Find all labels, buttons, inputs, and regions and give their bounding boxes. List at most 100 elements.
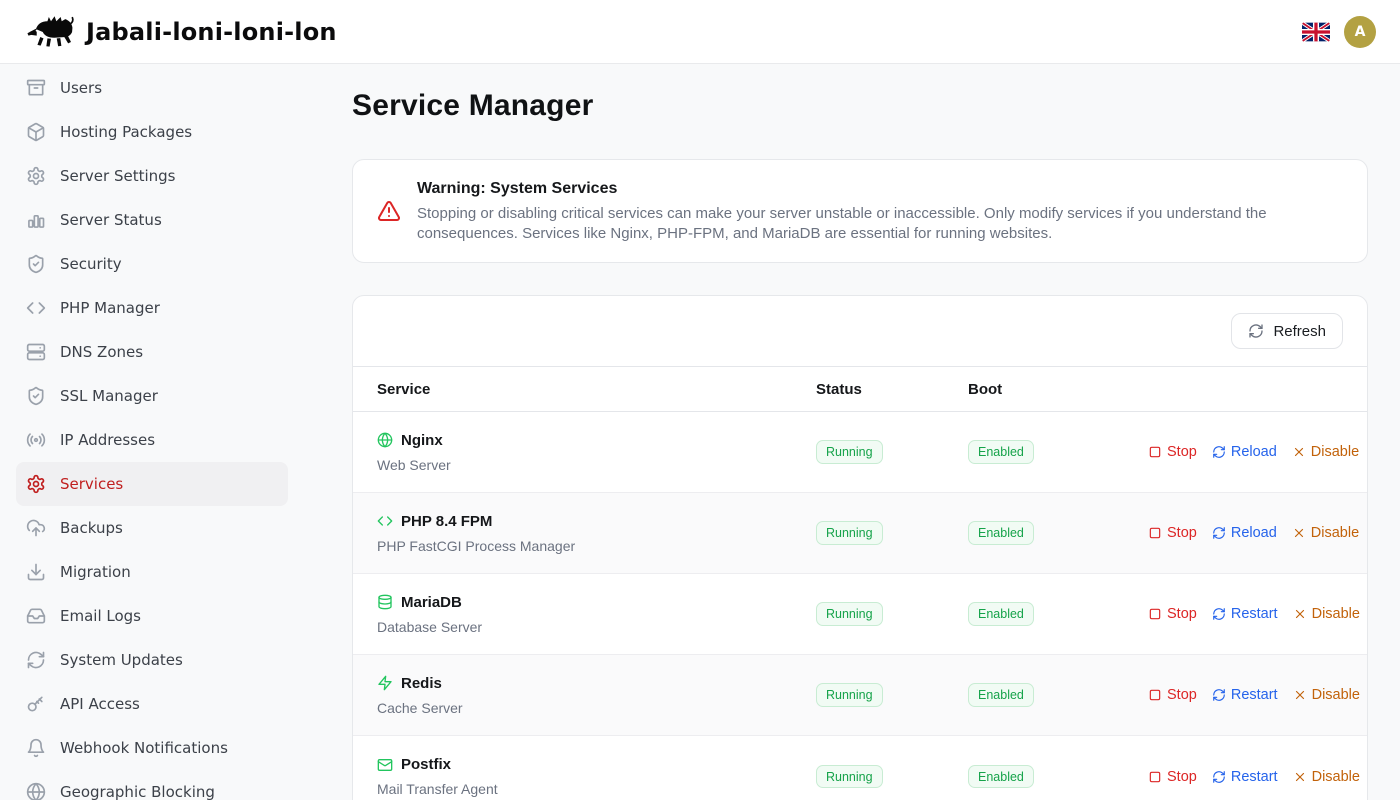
sidebar-item-label: Webhook Notifications <box>60 739 228 757</box>
reload-action-button[interactable]: Reload <box>1212 525 1277 541</box>
action-label: Disable <box>1312 606 1360 622</box>
status-badge: Running <box>816 602 883 626</box>
sidebar-item-php-manager[interactable]: PHP Manager <box>16 286 288 330</box>
sidebar-item-webhook-notifications[interactable]: Webhook Notifications <box>16 726 288 770</box>
table-row: MariaDB Database Server Running Enabled … <box>353 574 1367 655</box>
sidebar-item-dns-zones[interactable]: DNS Zones <box>16 330 288 374</box>
disable-action-button[interactable]: Disable <box>1292 444 1359 460</box>
sidebar-item-api-access[interactable]: API Access <box>16 682 288 726</box>
disable-action-button[interactable]: Disable <box>1293 606 1360 622</box>
restart-action-button[interactable]: Restart <box>1212 606 1278 622</box>
warning-banner: Warning: System Services Stopping or dis… <box>352 159 1368 263</box>
action-label: Reload <box>1231 444 1277 460</box>
zap-icon <box>377 675 393 691</box>
sidebar-item-ssl-manager[interactable]: SSL Manager <box>16 374 288 418</box>
boar-logo-icon <box>26 14 76 50</box>
sidebar-item-label: Migration <box>60 563 131 581</box>
boot-badge: Enabled <box>968 683 1034 707</box>
x-icon <box>1292 526 1306 540</box>
sidebar-item-server-settings[interactable]: Server Settings <box>16 154 288 198</box>
sidebar-item-label: IP Addresses <box>60 431 155 449</box>
restart-action-button[interactable]: Restart <box>1212 769 1278 785</box>
stop-action-button[interactable]: Stop <box>1148 606 1197 622</box>
sidebar-item-email-logs[interactable]: Email Logs <box>16 594 288 638</box>
page-title: Service Manager <box>352 89 1368 123</box>
refresh-button[interactable]: Refresh <box>1231 313 1343 349</box>
server-icon <box>26 342 46 362</box>
sidebar-item-security[interactable]: Security <box>16 242 288 286</box>
uk-flag-icon[interactable] <box>1302 22 1330 42</box>
boot-badge: Enabled <box>968 440 1034 464</box>
service-description: Mail Transfer Agent <box>377 781 816 797</box>
avatar[interactable]: A <box>1344 16 1376 48</box>
disable-action-button[interactable]: Disable <box>1292 525 1359 541</box>
service-description: Web Server <box>377 457 816 473</box>
sidebar-item-label: Server Status <box>60 211 162 229</box>
warning-text: Stopping or disabling critical services … <box>417 204 1327 244</box>
square-icon <box>1148 445 1162 459</box>
action-label: Restart <box>1231 687 1278 703</box>
sidebar-item-users[interactable]: Users <box>16 66 288 110</box>
service-name: PHP 8.4 FPM <box>401 513 492 530</box>
row-actions: Stop Reload Disable <box>1148 444 1368 460</box>
sidebar-item-backups[interactable]: Backups <box>16 506 288 550</box>
service-name: Postfix <box>401 756 451 773</box>
restart-action-button[interactable]: Restart <box>1212 687 1278 703</box>
stop-action-button[interactable]: Stop <box>1148 687 1197 703</box>
disable-action-button[interactable]: Disable <box>1293 769 1360 785</box>
services-panel: Refresh Service Status Boot Nginx Web Se… <box>352 295 1368 800</box>
cloud-upload-icon <box>26 518 46 538</box>
sidebar-item-hosting-packages[interactable]: Hosting Packages <box>16 110 288 154</box>
action-label: Stop <box>1167 687 1197 703</box>
globe-icon <box>377 432 393 448</box>
refresh-icon <box>1212 770 1226 784</box>
sidebar-item-label: System Updates <box>60 651 183 669</box>
sidebar-item-services[interactable]: Services <box>16 462 288 506</box>
bell-icon <box>26 738 46 758</box>
sidebar-item-label: Services <box>60 475 123 493</box>
stop-action-button[interactable]: Stop <box>1148 769 1197 785</box>
archive-icon <box>26 78 46 98</box>
service-name: MariaDB <box>401 594 462 611</box>
sidebar-item-server-status[interactable]: Server Status <box>16 198 288 242</box>
gear-icon <box>26 166 46 186</box>
refresh-label: Refresh <box>1273 323 1326 340</box>
action-label: Stop <box>1167 606 1197 622</box>
sidebar-item-label: Backups <box>60 519 123 537</box>
code-icon <box>377 513 393 529</box>
inbox-icon <box>26 606 46 626</box>
bar-chart-icon <box>26 210 46 230</box>
sidebar-item-label: Users <box>60 79 102 97</box>
refresh-icon <box>26 650 46 670</box>
row-actions: Stop Restart Disable <box>1148 687 1368 703</box>
action-label: Restart <box>1231 769 1278 785</box>
column-header-service: Service <box>353 381 816 398</box>
table-row: Redis Cache Server Running Enabled StopR… <box>353 655 1367 736</box>
square-icon <box>1148 607 1162 621</box>
sidebar-item-system-updates[interactable]: System Updates <box>16 638 288 682</box>
x-icon <box>1293 688 1307 702</box>
sidebar-item-label: Security <box>60 255 122 273</box>
sidebar-item-migration[interactable]: Migration <box>16 550 288 594</box>
download-icon <box>26 562 46 582</box>
action-label: Stop <box>1167 444 1197 460</box>
stop-action-button[interactable]: Stop <box>1148 444 1197 460</box>
services-table-body: Nginx Web Server Running Enabled StopRel… <box>353 412 1367 800</box>
sidebar-item-label: PHP Manager <box>60 299 160 317</box>
square-icon <box>1148 526 1162 540</box>
stop-action-button[interactable]: Stop <box>1148 525 1197 541</box>
reload-action-button[interactable]: Reload <box>1212 444 1277 460</box>
warning-title: Warning: System Services <box>417 178 1327 200</box>
code-icon <box>26 298 46 318</box>
action-label: Disable <box>1311 525 1359 541</box>
disable-action-button[interactable]: Disable <box>1293 687 1360 703</box>
sidebar-item-label: SSL Manager <box>60 387 158 405</box>
sidebar-item-ip-addresses[interactable]: IP Addresses <box>16 418 288 462</box>
main-content: Service Manager Warning: System Services… <box>304 64 1400 800</box>
table-row: PHP 8.4 FPM PHP FastCGI Process Manager … <box>353 493 1367 574</box>
sidebar-item-geographic-blocking[interactable]: Geographic Blocking <box>16 770 288 800</box>
gear-icon <box>26 474 46 494</box>
service-description: Cache Server <box>377 700 816 716</box>
mail-icon <box>377 757 393 773</box>
row-actions: Stop Restart Disable <box>1148 606 1368 622</box>
